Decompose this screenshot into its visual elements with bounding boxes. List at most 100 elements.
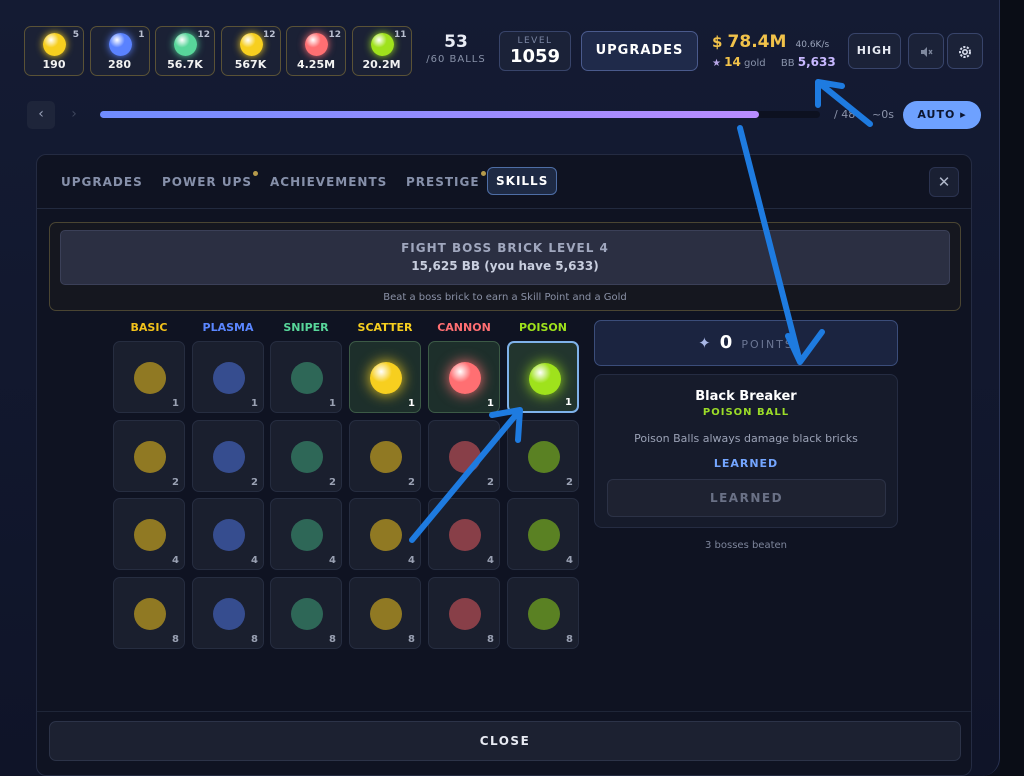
skill-cell-tier: 1 [329, 398, 336, 409]
skill-cell-scatter-1[interactable]: 1 [349, 341, 421, 413]
tab-skills[interactable]: SKILLS [487, 167, 558, 195]
level-label: LEVEL [517, 36, 553, 46]
boss-panel: FIGHT BOSS BRICK LEVEL 4 15,625 BB (you … [49, 222, 961, 311]
plasma-ball-icon [213, 519, 245, 551]
plasma-ball-icon [213, 441, 245, 473]
boss-title: FIGHT BOSS BRICK LEVEL 4 [401, 241, 609, 255]
plasma-ball-icon [213, 598, 245, 630]
skill-cell-tier: 1 [408, 398, 415, 409]
skill-cell-tier: 1 [565, 397, 572, 408]
skill-cell-poison-2[interactable]: 2 [507, 420, 579, 492]
basic-ball-icon [134, 441, 166, 473]
sniper-ball-icon [291, 362, 323, 394]
tab-achievements[interactable]: ACHIEVEMENTS [270, 175, 387, 189]
fight-boss-button[interactable]: FIGHT BOSS BRICK LEVEL 4 15,625 BB (you … [60, 230, 950, 285]
skill-cell-tier: 1 [251, 398, 258, 409]
skill-cell-cannon-1[interactable]: 1 [428, 341, 500, 413]
skill-cell-tier: 2 [408, 477, 415, 488]
skill-cell-plasma-8[interactable]: 8 [192, 577, 264, 649]
skill-cell-sniper-1[interactable]: 1 [270, 341, 342, 413]
ball-chip-amount: 190 [42, 58, 66, 71]
eta-text: ~0s [872, 108, 894, 121]
skill-cell-tier: 4 [487, 555, 494, 566]
ball-chip-amount: 280 [108, 58, 131, 71]
ball-chip-amount: 4.25M [296, 58, 336, 71]
skill-cell-plasma-4[interactable]: 4 [192, 498, 264, 570]
skill-cell-tier: 8 [251, 634, 258, 645]
close-button[interactable]: CLOSE [49, 721, 961, 761]
next-level-button[interactable]: › [60, 101, 88, 129]
boss-hint: Beat a boss brick to earn a Skill Point … [383, 292, 627, 303]
skill-name: Black Breaker [695, 389, 797, 404]
skill-status: LEARNED [713, 457, 779, 470]
skill-cell-sniper-2[interactable]: 2 [270, 420, 342, 492]
scatter-ball-icon [239, 33, 263, 56]
gold-label: gold [744, 58, 766, 69]
ball-chip-poison[interactable]: 11 20.2M [351, 26, 412, 76]
poison-ball-icon [528, 519, 560, 551]
close-icon[interactable]: ✕ [929, 167, 959, 197]
skill-cell-basic-8[interactable]: 8 [113, 577, 185, 649]
skill-cell-plasma-2[interactable]: 2 [192, 420, 264, 492]
quality-button[interactable]: HIGH [848, 33, 901, 69]
skill-cell-cannon-8[interactable]: 8 [428, 577, 500, 649]
poison-ball-icon [529, 363, 561, 395]
skill-cell-cannon-2[interactable]: 2 [428, 420, 500, 492]
sniper-ball-icon [291, 441, 323, 473]
ball-chip-plasma[interactable]: 1 280 [89, 26, 150, 76]
skill-cell-scatter-2[interactable]: 2 [349, 420, 421, 492]
skill-cell-tier: 2 [172, 477, 179, 488]
tab-upgrades[interactable]: UPGRADES [61, 175, 143, 189]
skill-cell-tier: 2 [329, 477, 336, 488]
tab-prestige[interactable]: PRESTIGE [406, 171, 486, 189]
ball-chip-scatter[interactable]: 12 567K [220, 26, 281, 76]
auto-button[interactable]: AUTO ▸ [903, 101, 981, 129]
upgrades-button[interactable]: UPGRADES [581, 31, 698, 71]
skill-cell-basic-1[interactable]: 1 [113, 341, 185, 413]
gear-icon[interactable] [947, 33, 983, 69]
boss-cost: 15,625 BB (you have 5,633) [411, 259, 599, 273]
bosses-beaten: 3 bosses beaten [704, 540, 787, 551]
balls-count-max: /60 BALLS [426, 54, 486, 65]
ball-chip-cannon[interactable]: 12 4.25M [286, 26, 346, 76]
prev-level-button[interactable]: ‹ [27, 101, 55, 129]
learn-skill-button[interactable]: LEARNED [607, 479, 886, 517]
skill-cell-basic-4[interactable]: 4 [113, 498, 185, 570]
skill-cell-tier: 8 [487, 634, 494, 645]
tab-power-ups[interactable]: POWER UPS [162, 171, 259, 189]
plasma-ball-icon [108, 33, 132, 56]
sparkle-icon: ✦ [698, 334, 711, 352]
ball-chip-level: 5 [72, 30, 79, 40]
balls-count: 53 /60 BALLS [420, 32, 492, 65]
skill-cell-tier: 4 [172, 555, 179, 566]
ball-chip-basic[interactable]: 5 190 [24, 26, 84, 76]
skill-cell-cannon-4[interactable]: 4 [428, 498, 500, 570]
level-progress-fill [100, 111, 759, 118]
money-rate: 40.6K/s [795, 40, 830, 50]
cannon-ball-icon [449, 441, 481, 473]
skill-description: Poison Balls always damage black bricks [634, 432, 858, 445]
scatter-ball-icon [370, 519, 402, 551]
ball-chip-amount: 56.7K [167, 58, 203, 71]
skill-cell-poison-8[interactable]: 8 [507, 577, 579, 649]
skill-cell-scatter-8[interactable]: 8 [349, 577, 421, 649]
ball-chip-sniper[interactable]: 12 56.7K [155, 26, 215, 76]
speaker-muted-icon[interactable] [908, 33, 944, 69]
cannon-ball-icon [449, 362, 481, 394]
skill-cell-plasma-1[interactable]: 1 [192, 341, 264, 413]
skill-cell-sniper-4[interactable]: 4 [270, 498, 342, 570]
skill-cell-poison-1[interactable]: 1 [507, 341, 579, 413]
skill-cell-tier: 1 [487, 398, 494, 409]
skill-cell-sniper-8[interactable]: 8 [270, 577, 342, 649]
tab-label: UPGRADES [61, 175, 143, 189]
skill-cell-tier: 4 [408, 555, 415, 566]
skill-cell-scatter-4[interactable]: 4 [349, 498, 421, 570]
skill-cell-basic-2[interactable]: 2 [113, 420, 185, 492]
balls-count-value: 53 [444, 32, 468, 52]
skill-cell-tier: 4 [329, 555, 336, 566]
level-value: 1059 [509, 46, 561, 67]
gold-count: 14 [724, 55, 741, 69]
skill-cell-tier: 2 [566, 477, 573, 488]
skill-detail-panel: Black Breaker POISON BALL Poison Balls a… [594, 374, 898, 528]
skill-cell-poison-4[interactable]: 4 [507, 498, 579, 570]
